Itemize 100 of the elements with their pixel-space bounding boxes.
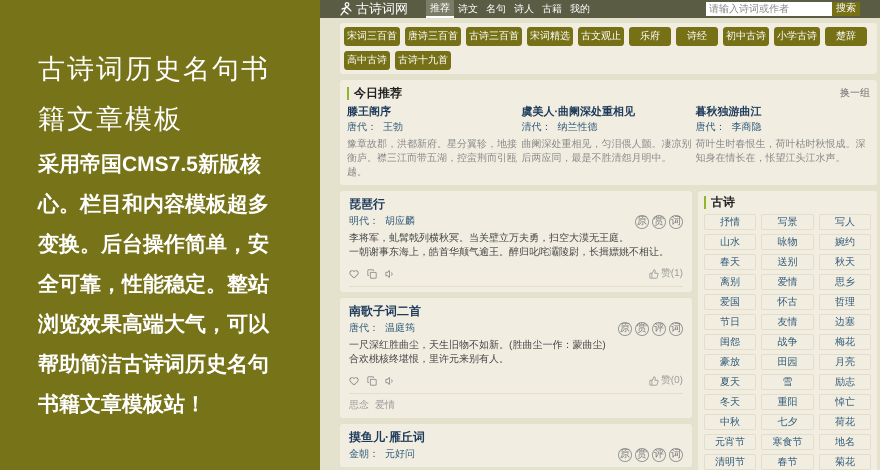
topic-tag[interactable]: 战争 xyxy=(761,334,814,350)
nav-tab[interactable]: 推荐 xyxy=(426,0,454,18)
poem-line: 一尺深红胜曲尘，天生旧物不如新。(胜曲尘一作：蒙曲尘) xyxy=(349,339,607,353)
recommend-title[interactable]: 虞美人·曲阑深处重相见 xyxy=(521,105,695,120)
nav-tab[interactable]: 诗文 xyxy=(454,0,482,18)
topic-tag[interactable]: 励志 xyxy=(818,374,871,390)
topic-tag[interactable]: 友情 xyxy=(761,314,814,330)
topic-tag[interactable]: 冬天 xyxy=(704,394,756,410)
topic-tag[interactable]: 夏天 xyxy=(704,374,756,390)
category-chip[interactable]: 初中古诗 xyxy=(723,27,769,46)
poem-title[interactable]: 南歌子词二首 xyxy=(349,303,683,319)
circle-action-button[interactable]: 原 xyxy=(618,448,632,462)
topic-tag[interactable]: 怀古 xyxy=(761,294,814,310)
category-chip[interactable]: 小学古诗 xyxy=(774,27,820,46)
recommend-title[interactable]: 暮秋独游曲江 xyxy=(696,105,869,120)
nav-tab[interactable]: 古籍 xyxy=(538,0,566,18)
topic-tag[interactable]: 豪放 xyxy=(704,354,756,370)
topic-tag[interactable]: 田园 xyxy=(761,354,814,370)
circle-action-button[interactable]: 赏 xyxy=(635,448,649,462)
topic-tag[interactable]: 荷花 xyxy=(818,414,871,430)
dynasty-label: 唐代： xyxy=(347,121,377,135)
topic-tag[interactable]: 离别 xyxy=(704,274,756,290)
topic-tag[interactable]: 梅花 xyxy=(818,334,871,350)
circle-action-button[interactable]: 评 xyxy=(652,322,666,336)
topic-tag[interactable]: 山水 xyxy=(704,234,756,250)
nav-tab[interactable]: 诗人 xyxy=(510,0,538,18)
category-chip[interactable]: 古诗十九首 xyxy=(395,51,451,70)
author-link[interactable]: 温庭筠 xyxy=(385,322,415,336)
thumbs-up-icon xyxy=(648,268,659,278)
topic-tag[interactable]: 闺怨 xyxy=(704,334,756,350)
copy-icon[interactable] xyxy=(367,268,377,278)
topic-tag[interactable]: 雪 xyxy=(761,374,814,390)
poem-line: 一朝谢事东海上，皓首华颠气逾王。醉归叱咤灞陵尉，长揖嫖姚不相让。 xyxy=(349,246,670,260)
author-link[interactable]: 元好问 xyxy=(385,448,415,462)
circle-action-button[interactable]: 词 xyxy=(669,215,683,229)
topic-tag[interactable]: 秋天 xyxy=(818,254,871,270)
topic-tag[interactable]: 节日 xyxy=(704,314,756,330)
topic-tag[interactable]: 写景 xyxy=(761,214,814,230)
search-button[interactable]: 搜索 xyxy=(832,2,860,16)
topic-tag[interactable]: 送别 xyxy=(761,254,814,270)
copy-icon[interactable] xyxy=(367,376,377,386)
author-link[interactable]: 李商隐 xyxy=(732,121,762,135)
nav-tab[interactable]: 名句 xyxy=(482,0,510,18)
speaker-icon[interactable] xyxy=(385,376,395,386)
recommend-title[interactable]: 滕王阁序 xyxy=(347,105,520,120)
topic-tag[interactable]: 清明节 xyxy=(704,454,756,470)
recommend-excerpt: 荷叶生时春恨生，荷叶枯时秋恨成。深知身在情长在，怅望江头江水声。 xyxy=(696,138,867,166)
category-chip[interactable]: 古诗三百首 xyxy=(466,27,522,46)
topic-tag[interactable]: 爱国 xyxy=(704,294,756,310)
topic-tag[interactable]: 地名 xyxy=(818,434,871,450)
topic-tag[interactable]: 月亮 xyxy=(818,354,871,370)
category-chip[interactable]: 唐诗三百首 xyxy=(405,27,461,46)
category-chip[interactable]: 宋词精选 xyxy=(527,27,573,46)
poem-title[interactable]: 摸鱼儿·雁丘词 xyxy=(349,429,683,445)
topic-tag[interactable]: 寒食节 xyxy=(761,434,814,450)
speaker-icon[interactable] xyxy=(385,268,395,278)
topic-tag[interactable]: 写人 xyxy=(818,214,871,230)
topic-tag[interactable]: 咏物 xyxy=(761,234,814,250)
heart-icon[interactable] xyxy=(349,268,359,278)
nav-tab[interactable]: 我的 xyxy=(566,0,594,18)
topic-tag[interactable]: 爱情 xyxy=(761,274,814,290)
topic-tag[interactable]: 元宵节 xyxy=(704,434,756,450)
topic-tag[interactable]: 婉约 xyxy=(818,234,871,250)
topic-tag[interactable]: 七夕 xyxy=(761,414,814,430)
circle-action-button[interactable]: 词 xyxy=(669,448,683,462)
topic-tag[interactable]: 悼亡 xyxy=(818,394,871,410)
topic-tag[interactable]: 思乡 xyxy=(818,274,871,290)
topic-tag[interactable]: 春节 xyxy=(761,454,814,470)
circle-action-button[interactable]: 原 xyxy=(635,215,649,229)
topic-tag[interactable]: 哲理 xyxy=(818,294,871,310)
author-link[interactable]: 王勃 xyxy=(383,121,403,135)
promo-title: 古诗词历史名句书籍文章模板 xyxy=(38,53,271,136)
site-logo-text[interactable]: 古诗词网 xyxy=(356,1,408,17)
topic-tag[interactable]: 重阳 xyxy=(761,394,814,410)
category-chip[interactable]: 乐府 xyxy=(629,27,671,46)
recommend-excerpt: 豫章故郡，洪都新府。星分翼轸，地接衡庐。襟三江而带五湖，控蛮荆而引瓯越。 xyxy=(347,138,518,180)
category-chip[interactable]: 诗经 xyxy=(676,27,718,46)
category-chip[interactable]: 高中古诗 xyxy=(344,51,390,70)
heart-icon[interactable] xyxy=(349,376,359,386)
circle-action-button[interactable]: 评 xyxy=(652,448,666,462)
category-chip[interactable]: 楚辞 xyxy=(825,27,867,46)
recommend-excerpt: 曲阑深处重相见，匀泪偎人颤。凄凉别后两应同，最是不胜清怨月明中。 xyxy=(521,138,692,166)
category-chip[interactable]: 宋词三百首 xyxy=(344,27,400,46)
circle-action-button[interactable]: 赏 xyxy=(652,215,666,229)
topic-tag[interactable]: 抒情 xyxy=(704,214,756,230)
author-link[interactable]: 纳兰性德 xyxy=(557,121,598,135)
category-chip[interactable]: 古文观止 xyxy=(578,27,624,46)
dynasty-label: 唐代： xyxy=(696,121,726,135)
search-field[interactable]: 请输入诗词或作者 xyxy=(706,2,832,16)
topic-tag[interactable]: 边塞 xyxy=(818,314,871,330)
topic-tag[interactable]: 菊花 xyxy=(818,454,871,470)
topic-tag[interactable]: 春天 xyxy=(704,254,756,270)
topic-tag[interactable]: 中秋 xyxy=(704,414,756,430)
refresh-link[interactable]: 换一组 xyxy=(840,86,870,101)
poem-title[interactable]: 琵琶行 xyxy=(349,196,683,212)
dynasty-label: 唐代： xyxy=(349,322,379,336)
author-link[interactable]: 胡应麟 xyxy=(385,215,415,229)
circle-action-button[interactable]: 赏 xyxy=(635,322,649,336)
circle-action-button[interactable]: 词 xyxy=(669,322,683,336)
circle-action-button[interactable]: 原 xyxy=(618,322,632,336)
